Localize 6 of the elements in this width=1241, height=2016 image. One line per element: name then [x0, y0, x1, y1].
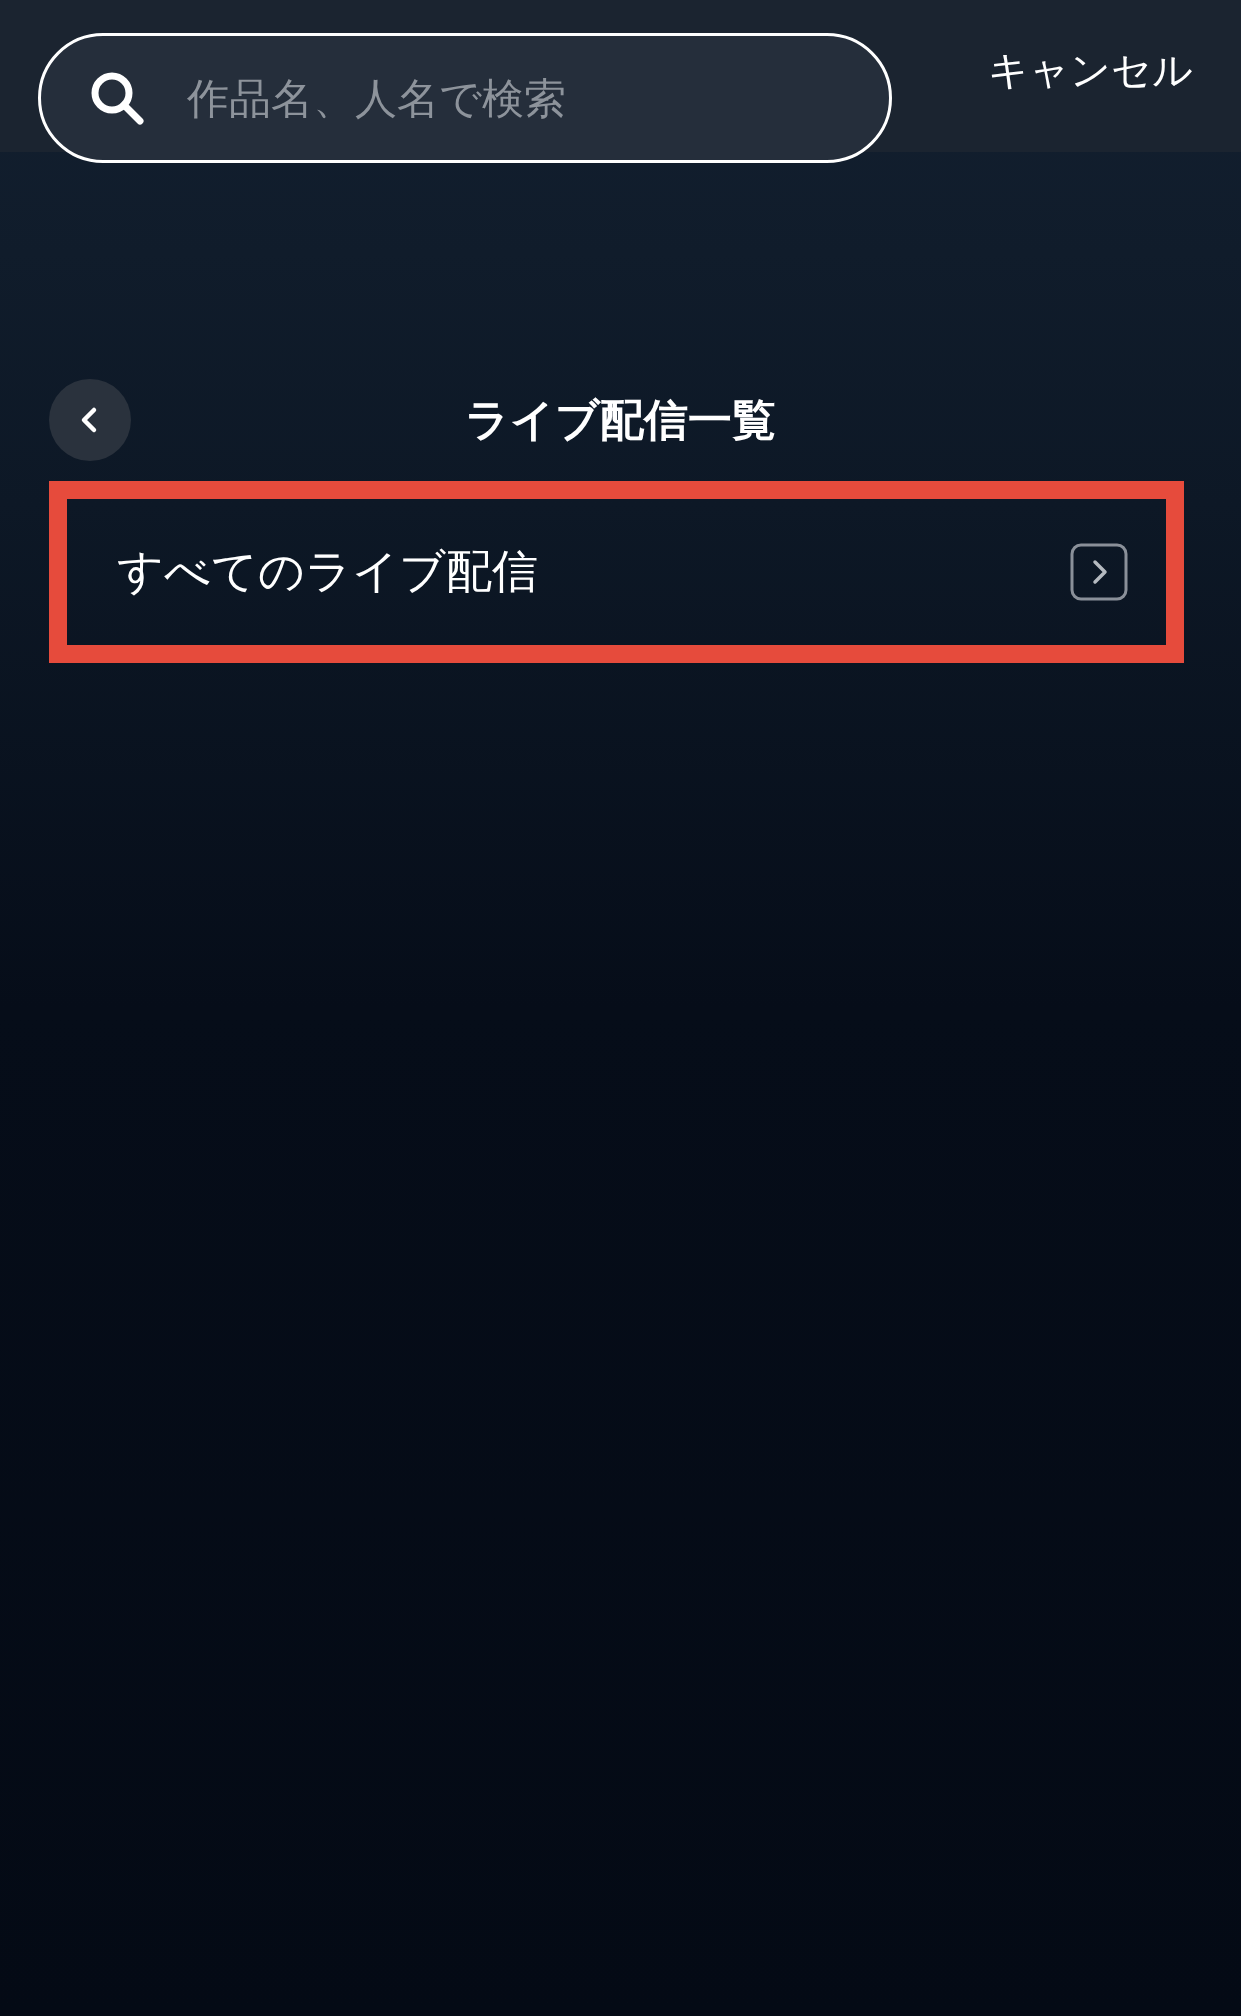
search-field[interactable]: 作品名、人名で検索	[38, 33, 892, 163]
chevron-icon	[1070, 543, 1128, 601]
cancel-button[interactable]: キャンセル	[988, 43, 1193, 98]
item-label: すべてのライブ配信	[117, 543, 538, 600]
page-title: ライブ配信一覧	[465, 392, 776, 447]
list-item[interactable]: すべてのライブ配信	[49, 481, 1184, 663]
